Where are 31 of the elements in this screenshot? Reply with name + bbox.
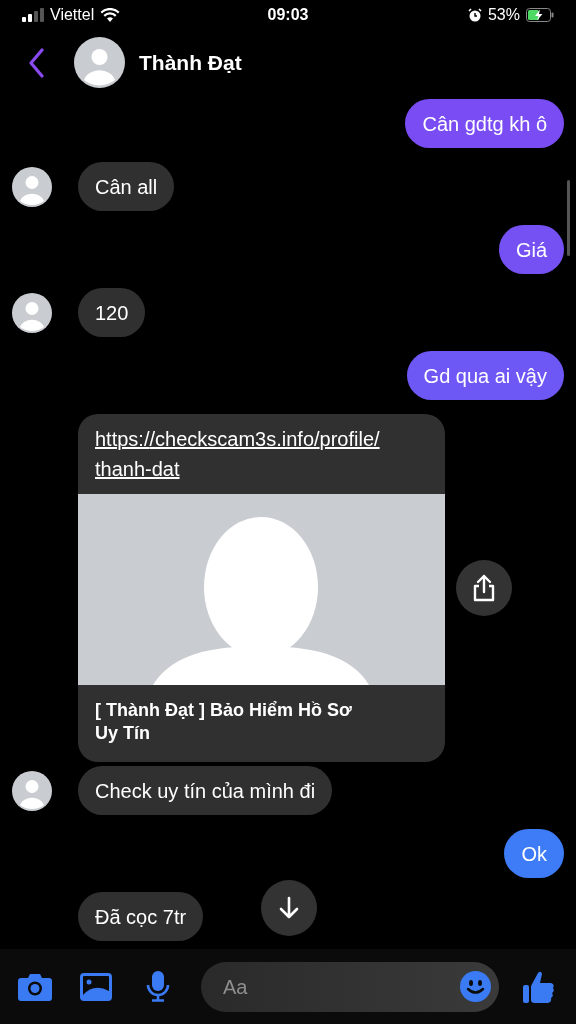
share-icon — [472, 574, 496, 602]
message-bubble: Ok — [504, 829, 564, 878]
thumbs-up-icon[interactable] — [523, 969, 555, 1004]
message-bubble: Giá — [498, 225, 564, 274]
share-button[interactable] — [456, 560, 512, 616]
clock-time: 09:03 — [267, 5, 309, 25]
message-field[interactable]: Aa — [201, 961, 499, 1012]
image-icon[interactable] — [80, 972, 112, 1001]
emoji-icon[interactable] — [460, 971, 491, 1002]
message-input[interactable]: Aa — [223, 971, 460, 1002]
message-bubble: Gd qua ai vậy — [406, 351, 564, 400]
signal-icon — [22, 8, 44, 22]
message-bubble: Check uy tín của mình đi — [78, 766, 333, 815]
contact-name: Thành Đạt — [139, 49, 242, 76]
arrow-down-icon — [278, 896, 300, 920]
message-bubble: Đã cọc 7tr — [78, 892, 204, 941]
link-url[interactable]: https://checkscam3s.info/profile/thanh-dat — [78, 414, 445, 494]
alarm-icon — [467, 8, 482, 22]
scroll-down-button[interactable] — [261, 880, 317, 936]
link-preview-card[interactable]: https://checkscam3s.info/profile/thanh-dat [ Thành Đạt ] Bảo Hiểm Hồ Sơ Uy Tín — [78, 414, 445, 762]
battery-percentage: 53% — [487, 5, 520, 25]
battery-charging-icon — [526, 8, 554, 22]
wifi-icon — [100, 8, 121, 22]
link-title: [ Thành Đạt ] Bảo Hiểm Hồ Sơ Uy Tín — [94, 699, 353, 745]
camera-icon[interactable] — [18, 972, 52, 1001]
microphone-icon[interactable] — [146, 971, 170, 1002]
avatar-icon — [74, 37, 125, 88]
message-bubble: 120 — [78, 288, 146, 337]
message-bubble: Cân gdtg kh ô — [405, 99, 564, 148]
carrier-name: Viettel — [50, 5, 95, 25]
message-bubble: Cân all — [78, 162, 175, 211]
